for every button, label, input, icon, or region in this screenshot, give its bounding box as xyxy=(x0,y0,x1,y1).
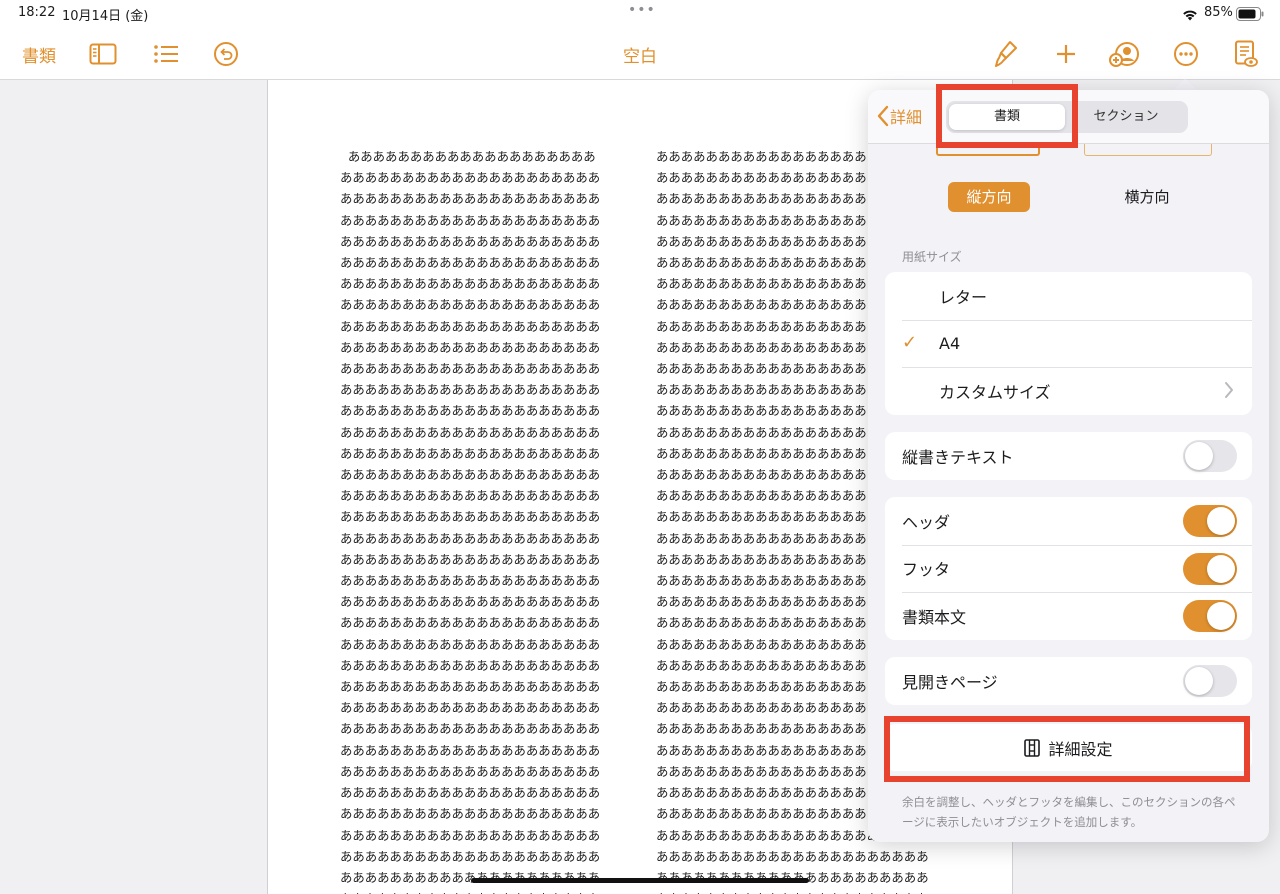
multitasking-dots[interactable]: ••• xyxy=(628,2,656,18)
collaborate-icon[interactable] xyxy=(1108,38,1140,70)
vertical-text-group: 縦書きテキスト xyxy=(885,432,1252,480)
facing-pages-row: 見開きページ xyxy=(885,657,1252,705)
header-toggle[interactable] xyxy=(1183,505,1237,537)
document-body-toggle[interactable] xyxy=(1183,600,1237,632)
undo-icon[interactable] xyxy=(210,38,242,70)
highlight-document-tab xyxy=(936,84,1078,148)
body-text-column-left[interactable]: ああああああああああああああああああああ あああああああああああああああああああ… xyxy=(340,146,600,894)
toolbar: 書類 空白 xyxy=(0,26,1280,80)
status-time: 18:22 xyxy=(18,5,56,20)
paper-option-label: レター xyxy=(939,287,988,307)
back-button-label: 詳細 xyxy=(890,108,923,127)
more-icon[interactable] xyxy=(1170,38,1202,70)
status-bar: 18:22 10月14日 (金) ••• 85% xyxy=(0,0,1280,26)
highlight-advanced-settings xyxy=(884,716,1250,782)
header-row: ヘッダ xyxy=(885,497,1252,545)
paintbrush-icon[interactable] xyxy=(990,38,1022,70)
vertical-text-row: 縦書きテキスト xyxy=(885,432,1252,480)
battery-percentage: 85% xyxy=(1204,5,1233,20)
facing-pages-toggle[interactable] xyxy=(1183,665,1237,697)
sidebar-icon[interactable] xyxy=(87,38,119,70)
facing-pages-group: 見開きページ xyxy=(885,657,1252,705)
page-elements-group: ヘッダ フッタ 書類本文 xyxy=(885,497,1252,640)
wifi-icon xyxy=(1182,6,1198,25)
document-title[interactable]: 空白 xyxy=(600,42,680,67)
vertical-text-toggle[interactable] xyxy=(1183,440,1237,472)
vertical-text-label: 縦書きテキスト xyxy=(902,447,1014,467)
footer-row: フッタ xyxy=(885,544,1252,593)
paper-option-custom[interactable]: カスタムサイズ xyxy=(885,367,1252,415)
paper-size-label: 用紙サイズ xyxy=(902,250,962,264)
landscape-thumbnail[interactable] xyxy=(1084,144,1212,156)
documents-button[interactable]: 書類 xyxy=(22,42,56,67)
document-view-icon[interactable] xyxy=(1230,38,1262,70)
footer-label: フッタ xyxy=(902,560,951,580)
tab-section[interactable]: セクション xyxy=(1067,104,1185,130)
home-indicator[interactable] xyxy=(471,878,809,883)
paper-option-label: A4 xyxy=(939,333,961,353)
battery-icon xyxy=(1236,6,1264,25)
header-label: ヘッダ xyxy=(902,512,951,532)
facing-pages-label: 見開きページ xyxy=(902,672,998,692)
status-date: 10月14日 (金) xyxy=(62,9,149,24)
portrait-button[interactable]: 縦方向 xyxy=(948,182,1030,212)
chevron-left-icon xyxy=(877,105,889,127)
document-body-row: 書類本文 xyxy=(885,592,1252,640)
landscape-button[interactable]: 横方向 xyxy=(1106,182,1188,212)
advanced-settings-description: 余白を調整し、ヘッダとフッタを編集し、このセクションの各ページに表示したいオブジ… xyxy=(902,795,1236,829)
plus-icon[interactable] xyxy=(1050,38,1082,70)
chevron-right-icon xyxy=(1224,381,1234,403)
paper-option-label: カスタムサイズ xyxy=(939,382,1051,402)
paper-option-a4[interactable]: ✓ A4 xyxy=(885,319,1252,368)
footer-toggle[interactable] xyxy=(1183,552,1237,585)
list-icon[interactable] xyxy=(150,38,182,70)
document-body-label: 書類本文 xyxy=(902,607,967,627)
paper-option-letter[interactable]: レター xyxy=(885,272,1252,320)
checkmark-icon: ✓ xyxy=(902,331,918,353)
back-button[interactable]: 詳細 xyxy=(876,104,922,128)
paper-size-group: レター ✓ A4 カスタムサイズ xyxy=(885,272,1252,415)
